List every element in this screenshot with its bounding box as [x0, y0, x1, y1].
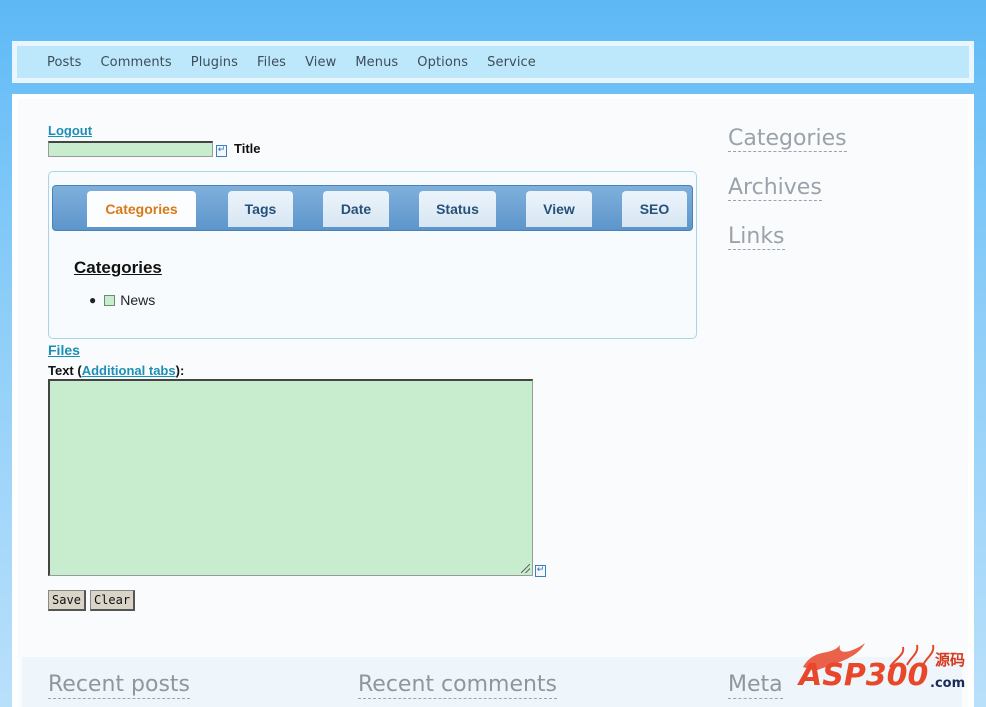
footer-title-recent-posts: Recent posts [48, 672, 191, 699]
tab-panel: Categories Tags Date Status View SEO Cat… [48, 171, 697, 339]
menu-item-view[interactable]: View [305, 55, 336, 70]
save-button[interactable]: Save [48, 590, 86, 611]
logout-link[interactable]: Logout [48, 123, 92, 138]
categories-heading: Categories [74, 258, 162, 277]
menu-item-files[interactable]: Files [257, 55, 286, 70]
sidebar-link-categories[interactable]: Categories [728, 127, 847, 152]
category-item: ● News [89, 292, 155, 308]
tab-seo[interactable]: SEO [622, 191, 687, 227]
top-menu-frame: Posts Comments Plugins Files View Menus … [12, 41, 974, 83]
menu-item-options[interactable]: Options [417, 55, 468, 70]
watermark-logo: ASP300 源码 .com [797, 643, 965, 692]
sidebar-link-links[interactable]: Links [728, 225, 785, 250]
title-input[interactable] [48, 141, 213, 157]
footer-title-recent-comments: Recent comments [358, 672, 558, 699]
sidebar-link-archives[interactable]: Archives [728, 176, 822, 201]
insert-icon[interactable]: ↵ [216, 145, 227, 157]
additional-tabs-link[interactable]: Additional tabs [82, 363, 176, 378]
top-menu: Posts Comments Plugins Files View Menus … [17, 46, 969, 78]
resize-grip-icon[interactable] [521, 564, 530, 573]
watermark-suffix: .com [930, 676, 965, 691]
tab-status[interactable]: Status [419, 191, 496, 227]
watermark-text: ASP300 [797, 658, 928, 692]
bullet-icon: ● [89, 293, 97, 307]
tab-date[interactable]: Date [323, 191, 389, 227]
tab-categories[interactable]: Categories [87, 191, 196, 227]
tab-view[interactable]: View [526, 191, 592, 227]
menu-item-menus[interactable]: Menus [355, 55, 398, 70]
files-link[interactable]: Files [48, 342, 80, 358]
text-label-suffix: ): [175, 363, 185, 378]
text-label-prefix: Text ( [48, 363, 82, 378]
footer-title-meta: Meta [728, 672, 783, 699]
watermark-cjk: 源码 [935, 651, 965, 669]
category-checkbox[interactable] [104, 294, 116, 306]
menu-item-comments[interactable]: Comments [100, 55, 171, 70]
insert-icon-textarea[interactable]: ↵ [535, 565, 546, 577]
text-area[interactable] [48, 379, 533, 576]
menu-item-posts[interactable]: Posts [47, 55, 81, 70]
menu-item-service[interactable]: Service [487, 55, 536, 70]
tab-tags[interactable]: Tags [228, 191, 293, 227]
clear-button[interactable]: Clear [90, 590, 135, 611]
category-label: News [120, 292, 156, 308]
tab-bar: Categories Tags Date Status View SEO [52, 185, 693, 231]
title-label: Title [234, 141, 261, 156]
menu-item-plugins[interactable]: Plugins [191, 55, 238, 70]
text-label: Text (Additional tabs): [48, 363, 184, 378]
